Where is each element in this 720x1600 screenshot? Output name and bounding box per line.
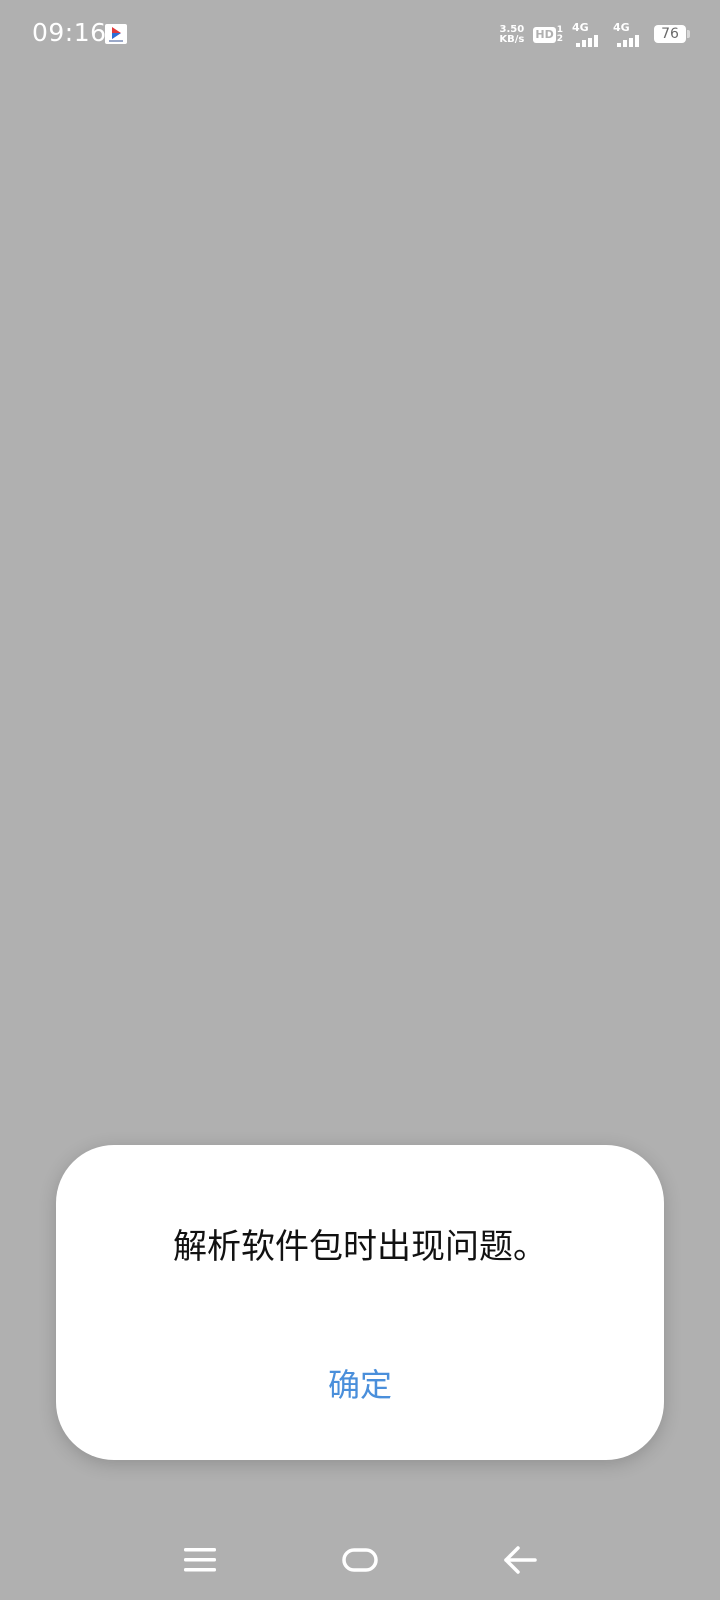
home-icon bbox=[342, 1548, 378, 1572]
hd-sim-bottom: 2 bbox=[556, 34, 563, 44]
sim2-network-type: 4G bbox=[613, 21, 630, 34]
network-speed-unit: KB/s bbox=[499, 34, 525, 45]
hd-voice-icon: HD 1 2 bbox=[533, 26, 563, 44]
dialog-message: 解析软件包时出现问题。 bbox=[173, 1227, 547, 1267]
menu-button[interactable] bbox=[170, 1530, 230, 1590]
confirm-button[interactable]: 确定 bbox=[280, 1350, 440, 1420]
battery-level: 76 bbox=[654, 25, 686, 43]
back-button[interactable] bbox=[490, 1530, 550, 1590]
menu-icon bbox=[184, 1548, 216, 1572]
navigation-bar bbox=[0, 1530, 720, 1590]
error-dialog: 解析软件包时出现问题。 确定 bbox=[56, 1145, 664, 1460]
status-time: 09:16 bbox=[32, 18, 107, 47]
back-arrow-icon bbox=[504, 1546, 537, 1574]
home-button[interactable] bbox=[330, 1530, 390, 1590]
battery-icon: 76 bbox=[654, 25, 690, 45]
sim1-signal-icon: 4G bbox=[572, 21, 604, 47]
network-speed: 3.50 KB/s bbox=[499, 25, 524, 45]
sim2-signal-icon: 4G bbox=[613, 21, 645, 47]
hd-label: HD bbox=[533, 27, 556, 43]
status-bar: 09:16 3.50 KB/s HD 1 2 4G 4G 76 bbox=[0, 0, 720, 68]
sim1-network-type: 4G bbox=[572, 21, 589, 34]
status-icons: 3.50 KB/s HD 1 2 4G 4G 76 bbox=[499, 20, 690, 50]
app-notification-icon bbox=[105, 24, 127, 44]
